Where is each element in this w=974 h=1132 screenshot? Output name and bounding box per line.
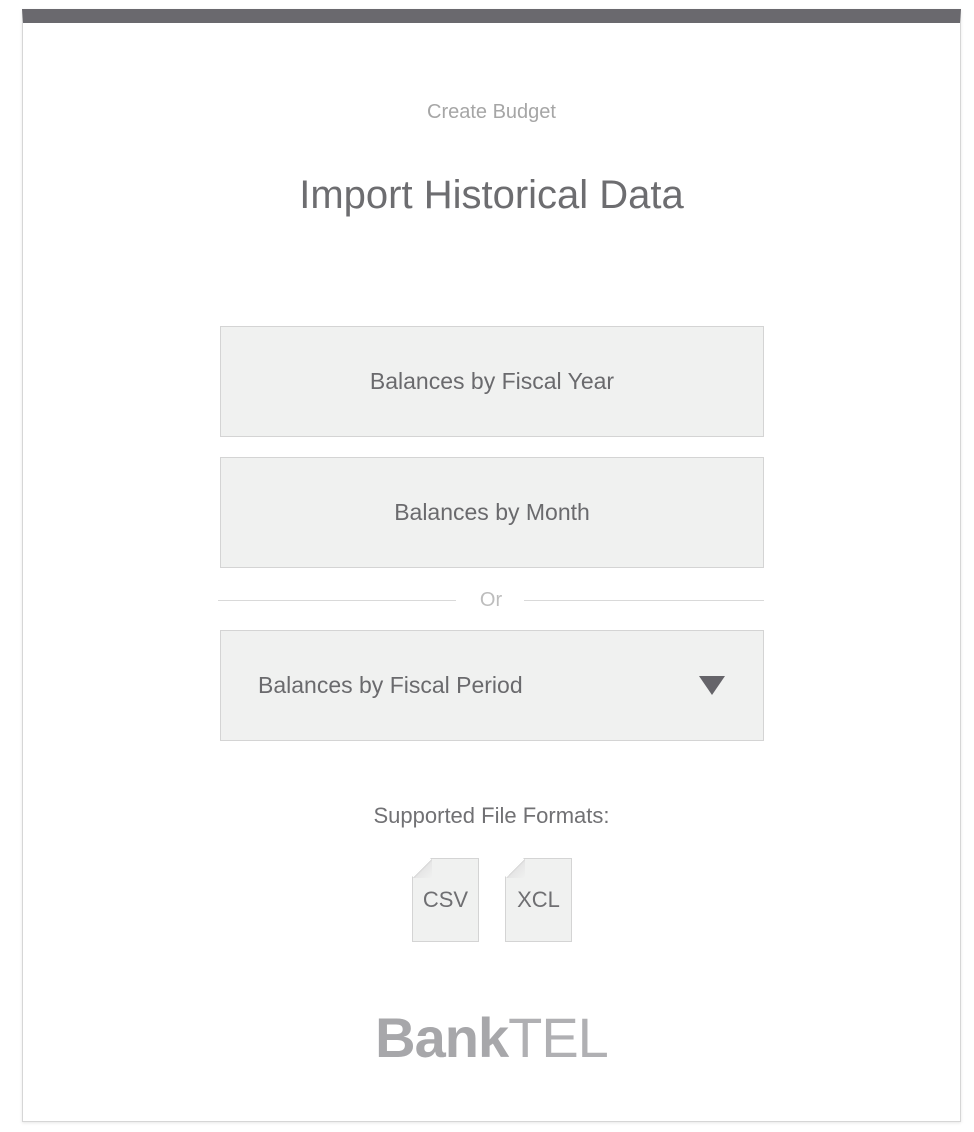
breadcrumb-create-budget: Create Budget [427,101,556,123]
page-title: Import Historical Data [299,173,684,217]
logo-bank: Bank [375,1006,509,1069]
page-fold [506,859,525,878]
supported-formats-label: Supported File Formats: [373,803,610,828]
csv-label: CSV [422,887,469,912]
page-fold [413,859,432,878]
fiscal-period-select[interactable]: Balances by Fiscal Period [220,630,764,741]
balances-by-month-button[interactable]: Balances by Month [220,457,764,568]
banktel-logo: BankTEL [23,1005,960,1070]
or-divider: Or [218,589,764,613]
xcl-label: XCL [517,887,560,912]
import-card: Create Budget Import Historical Data Bal… [22,9,961,1122]
logo-tel: TEL [508,1006,609,1069]
fiscal-period-select-value: Balances by Fiscal Period [258,672,523,698]
xcl-file-icon[interactable]: XCL [505,858,572,942]
fiscal-year-label: Balances by Fiscal Year [369,368,615,394]
balances-by-fiscal-year-button[interactable]: Balances by Fiscal Year [220,326,764,437]
caret-down-icon[interactable] [699,676,725,695]
month-label: Balances by Month [394,499,590,525]
csv-file-icon[interactable]: CSV [412,858,479,942]
divider-line-right [524,600,764,601]
